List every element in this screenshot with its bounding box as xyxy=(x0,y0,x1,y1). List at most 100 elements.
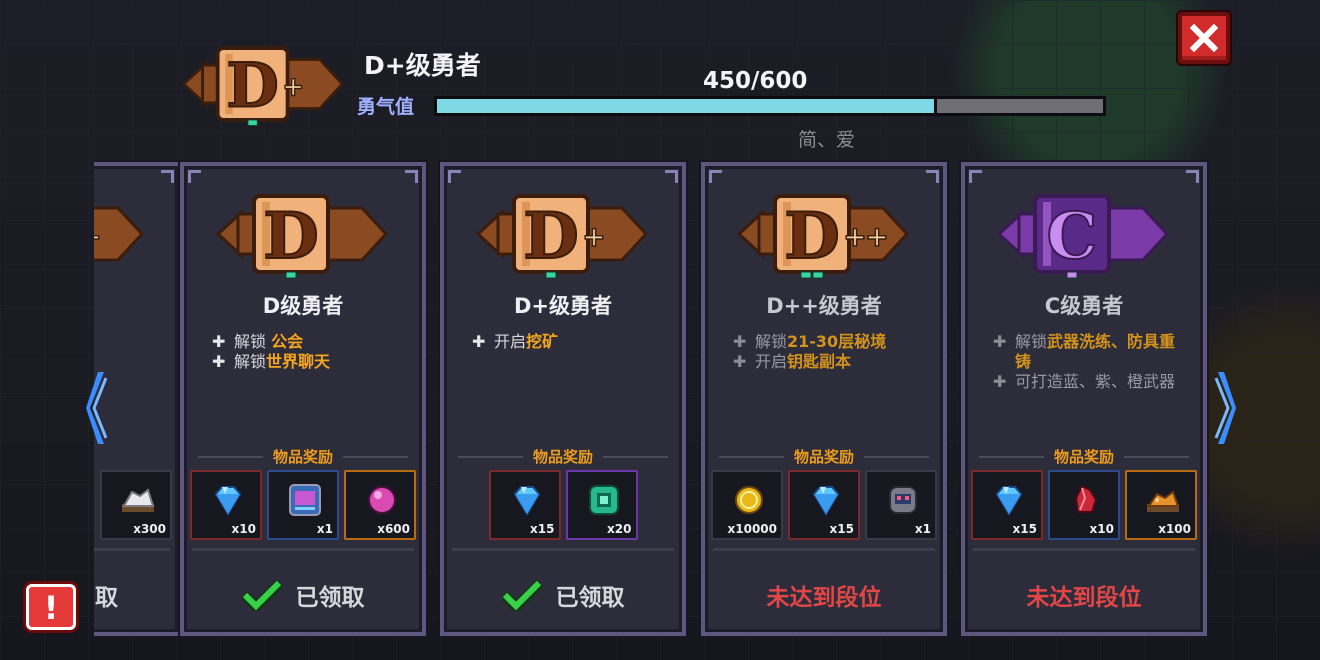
reward-item[interactable]: x15 xyxy=(971,470,1043,540)
blue-gem-icon xyxy=(513,486,540,516)
reward-quantity: x20 xyxy=(607,522,632,536)
svg-text:+: + xyxy=(843,220,866,253)
svg-text:D: D xyxy=(263,199,319,274)
reward-item[interactable]: x10000 xyxy=(711,470,783,540)
courage-progress-bar xyxy=(434,96,1106,116)
reward-item[interactable]: x300 xyxy=(100,470,172,540)
rank-badge: D xyxy=(215,194,389,279)
rank-cards-carousel[interactable]: D+x300取DD级勇者✚解锁 公会✚解锁世界聊天物品奖励x10x1x600已领… xyxy=(94,160,1224,640)
claimed-status: 已领取 xyxy=(444,578,682,612)
rank-card-title: D+级勇者 xyxy=(513,294,613,318)
perk-text: 开启 xyxy=(494,332,527,351)
rank-card-title: C级勇者 xyxy=(1044,294,1124,318)
divider xyxy=(713,548,935,551)
courage-progress-fill xyxy=(437,99,937,113)
reward-quantity: x1 xyxy=(316,522,333,536)
plus-icon: ✚ xyxy=(212,332,226,351)
close-button[interactable] xyxy=(1178,12,1230,64)
perk-item: ✚ 开启钥匙副本 xyxy=(733,352,927,372)
rank-card-title: D级勇者 xyxy=(262,294,344,318)
reward-slots: x15 x10 x100 xyxy=(965,470,1203,540)
perk-item: ✚ 解锁21-30层秘境 xyxy=(733,332,927,352)
plus-icon: ✚ xyxy=(212,352,226,371)
perk-text: 开启 xyxy=(755,352,788,371)
reward-item[interactable]: x600 xyxy=(344,470,416,540)
rank-card: D D级勇者 ✚ 解锁 公会 ✚ 解锁世界聊天物品奖励 x10 x1 x600 已领取 xyxy=(180,162,426,636)
red-crystal-icon xyxy=(1074,484,1098,513)
check-icon xyxy=(501,579,542,611)
divider xyxy=(94,548,170,551)
svg-text:+: + xyxy=(94,220,102,253)
rank-card: D + + D++级勇者 ✚ 解锁21-30层秘境 ✚ 开启钥匙副本 物品奖励 x10000 x15… xyxy=(701,162,947,636)
orange-ore-icon xyxy=(1147,490,1180,512)
divider xyxy=(192,548,414,551)
blue-gem-icon xyxy=(214,486,242,516)
reward-header: 物品奖励 xyxy=(719,446,930,467)
check-icon xyxy=(241,579,282,611)
reward-header: 物品奖励 xyxy=(458,446,669,467)
svg-text:C: C xyxy=(1047,199,1098,274)
close-icon xyxy=(1190,24,1218,52)
reward-item[interactable]: x1 xyxy=(267,470,339,540)
reward-item[interactable]: x10 xyxy=(190,470,262,540)
rank-badge: D+ xyxy=(94,206,145,262)
divider xyxy=(973,548,1195,551)
claimed-status: 已领取 xyxy=(184,578,422,612)
status-label: 取 xyxy=(95,585,118,611)
perk-list: ✚ 解锁武器洗练、防具重铸 ✚ 可打造蓝、紫、橙武器 xyxy=(993,332,1187,392)
perk-highlight: 公会 xyxy=(271,332,304,351)
player-name-tag: 简、爱 xyxy=(798,129,856,151)
reward-slots: x10000 x15 x1 xyxy=(705,470,943,540)
robot-icon xyxy=(889,486,917,514)
reward-item[interactable]: x15 xyxy=(488,470,561,540)
svg-text:D: D xyxy=(784,199,840,274)
green-chip-icon xyxy=(588,485,619,515)
rank-badge-header: D + xyxy=(181,46,345,127)
divider xyxy=(452,548,674,551)
reward-quantity: x1 xyxy=(914,522,931,536)
locked-status: 未达到段位 xyxy=(965,578,1203,612)
plus-icon: ✚ xyxy=(993,332,1007,351)
plus-icon: ✚ xyxy=(472,332,486,351)
perk-highlight: 21-30层秘境 xyxy=(787,332,887,351)
svg-text:+: + xyxy=(582,220,605,253)
claimed-status: 取 xyxy=(94,578,178,612)
reward-item[interactable]: x15 xyxy=(788,470,860,540)
chevron-right-icon[interactable] xyxy=(1212,368,1238,448)
plus-icon: ✚ xyxy=(733,352,747,371)
warning-button[interactable]: ! xyxy=(26,584,76,630)
reward-slots: x15 x20 xyxy=(444,470,682,540)
silver-ore-icon xyxy=(122,488,155,512)
perk-highlight: 世界聊天 xyxy=(266,352,331,371)
reward-quantity: x10 xyxy=(1089,522,1114,536)
reward-quantity: x100 xyxy=(1158,522,1191,536)
rank-card: D + D+级勇者 ✚ 开启挖矿 物品奖励 x15 x20 已领取 xyxy=(440,162,686,636)
chevron-left-icon[interactable] xyxy=(84,368,110,448)
reward-item[interactable]: x20 xyxy=(565,470,638,540)
reward-label: 物品奖励 xyxy=(533,448,594,466)
perk-text: 解锁 xyxy=(1015,332,1048,351)
blueprint-icon xyxy=(289,484,321,516)
reward-item[interactable]: x10 xyxy=(1048,470,1120,540)
locked-status: 未达到段位 xyxy=(705,578,943,612)
perk-text: 解锁 xyxy=(755,332,788,351)
blue-gem-icon xyxy=(995,486,1023,516)
perk-list: ✚ 解锁21-30层秘境 ✚ 开启钥匙副本 xyxy=(733,332,927,372)
perk-item: ✚ 解锁世界聊天 xyxy=(212,352,406,372)
reward-label: 物品奖励 xyxy=(794,448,855,466)
blue-gem-icon xyxy=(812,486,840,516)
reward-label: 物品奖励 xyxy=(273,448,334,466)
reward-item[interactable]: x100 xyxy=(1125,470,1197,540)
rank-badge: D+ xyxy=(475,194,649,279)
rank-badge: C xyxy=(996,194,1170,279)
current-rank-title: D+级勇者 xyxy=(364,51,481,80)
svg-text:+: + xyxy=(282,71,304,102)
reward-slots: x300 xyxy=(94,470,178,540)
pink-gem-icon xyxy=(368,486,396,514)
status-label: 已领取 xyxy=(295,585,365,611)
svg-text:D: D xyxy=(226,51,278,122)
reward-item[interactable]: x1 xyxy=(865,470,937,540)
perk-text: 解锁 xyxy=(234,352,267,371)
reward-quantity: x15 xyxy=(1012,522,1037,536)
reward-header: 物品奖励 xyxy=(979,446,1190,467)
